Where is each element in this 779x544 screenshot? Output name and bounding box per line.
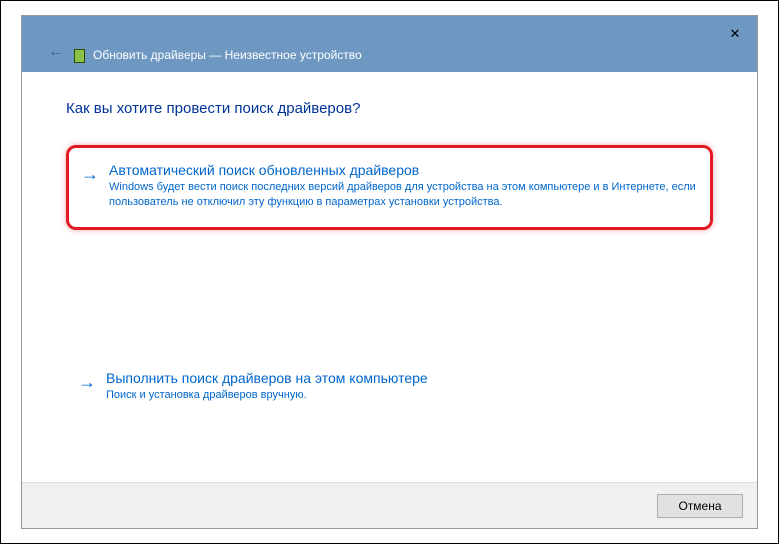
content-area: Как вы хотите провести поиск драйверов? … [22,72,757,482]
back-arrow-icon[interactable]: ← [48,43,64,61]
option-auto-search[interactable]: → Автоматический поиск обновленных драйв… [66,145,713,230]
arrow-right-icon: → [78,372,96,393]
close-icon[interactable]: ✕ [725,24,745,44]
device-icon [74,49,85,63]
option-body: Выполнить поиск драйверов на этом компью… [106,370,701,403]
dialog-window: ✕ ← Обновить драйверы — Неизвестное устр… [21,15,758,529]
titlebar: ✕ ← Обновить драйверы — Неизвестное устр… [22,16,757,72]
arrow-right-icon: → [81,164,99,185]
option-title: Автоматический поиск обновленных драйвер… [109,162,698,178]
option-body: Автоматический поиск обновленных драйвер… [109,162,698,211]
window-title: Обновить драйверы — Неизвестное устройст… [93,48,362,62]
option-description: Поиск и установка драйверов вручную. [106,388,701,403]
option-title: Выполнить поиск драйверов на этом компью… [106,370,701,386]
option-description: Windows будет вести поиск последних верс… [109,180,698,211]
page-heading: Как вы хотите провести поиск драйверов? [66,100,713,117]
dialog-footer: Отмена [22,482,757,528]
option-browse-computer[interactable]: → Выполнить поиск драйверов на этом комп… [66,360,713,413]
cancel-button[interactable]: Отмена [657,494,743,518]
